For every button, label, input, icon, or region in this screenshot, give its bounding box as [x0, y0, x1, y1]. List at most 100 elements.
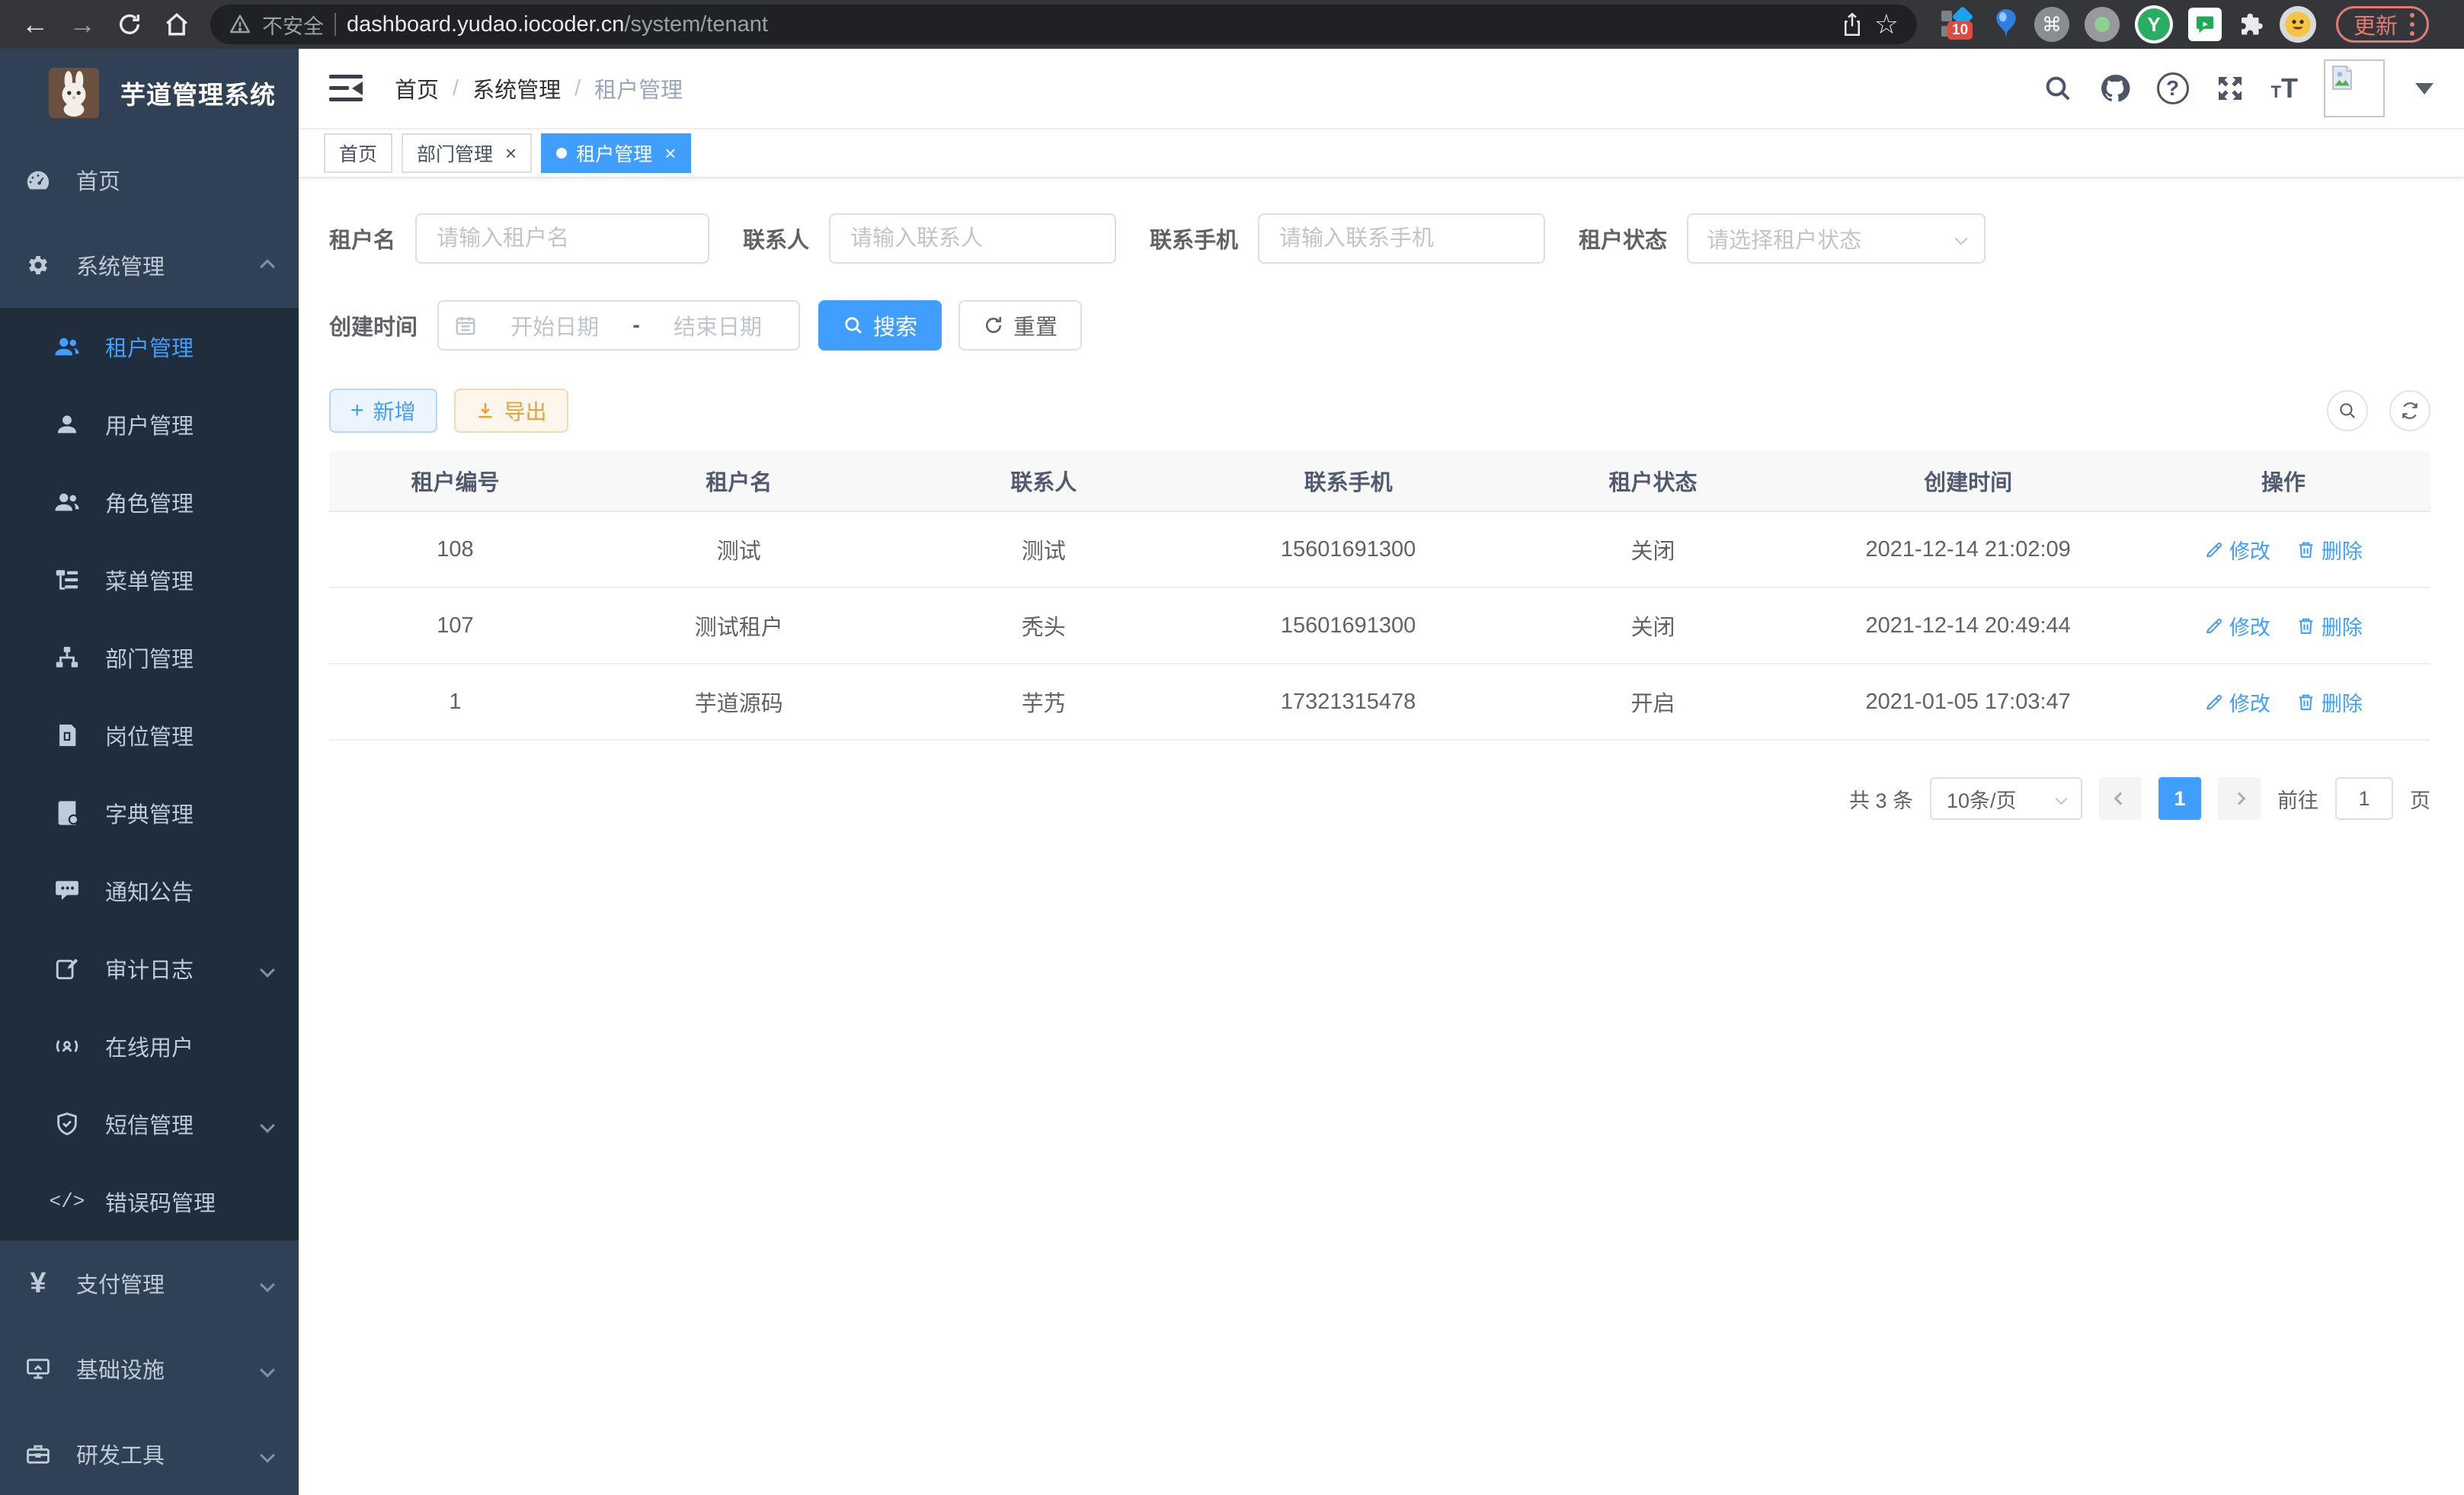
- profile-avatar-icon[interactable]: [2280, 6, 2316, 43]
- system-submenu: 租户管理 用户管理 角色管理 菜单管理: [0, 308, 299, 1240]
- browser-chrome: ← → 不安全 dashboard.yudao.iocoder.cn/syste…: [0, 0, 2464, 49]
- address-bar[interactable]: 不安全 dashboard.yudao.iocoder.cn/system/te…: [210, 5, 1917, 44]
- pagination: 共 3 条 10条/页 1 前往 页: [329, 777, 2430, 820]
- tab-dept[interactable]: 部门管理 ×: [402, 133, 532, 173]
- filter-create-time: 创建时间 开始日期 - 结束日期: [329, 300, 800, 351]
- breadcrumb-home[interactable]: 首页: [395, 72, 439, 104]
- status-select[interactable]: 请选择租户状态: [1687, 213, 1986, 264]
- search-button[interactable]: 搜索: [818, 300, 942, 351]
- breadcrumb-system[interactable]: 系统管理: [472, 72, 561, 104]
- extension-dot-icon[interactable]: [2085, 7, 2120, 42]
- sidebar-item-error-code[interactable]: </> 错误码管理: [0, 1163, 299, 1240]
- tab-tenant[interactable]: 租户管理 ×: [541, 133, 691, 173]
- page-size-select[interactable]: 10条/页: [1930, 777, 2082, 820]
- sidebar-item-devtools[interactable]: 研发工具: [0, 1411, 299, 1495]
- chrome-update-button[interactable]: 更新: [2336, 6, 2429, 43]
- sidebar-item-audit-log[interactable]: 审计日志: [0, 930, 299, 1007]
- sidebar-item-role[interactable]: 角色管理: [0, 463, 299, 541]
- user-icon: [49, 411, 85, 437]
- yen-icon: ¥: [20, 1267, 56, 1300]
- sidebar-item-online-users[interactable]: 在线用户: [0, 1007, 299, 1085]
- reload-icon[interactable]: [108, 5, 151, 44]
- sidebar-item-label: 字典管理: [105, 797, 194, 829]
- search-icon[interactable]: [2043, 73, 2073, 104]
- contact-input[interactable]: [829, 213, 1116, 264]
- cell-contact: 芋艿: [897, 686, 1191, 718]
- sidebar-toggle-icon[interactable]: [329, 75, 363, 102]
- date-range-picker[interactable]: 开始日期 - 结束日期: [437, 300, 800, 351]
- github-icon[interactable]: [2099, 72, 2131, 104]
- sidebar-item-user[interactable]: 用户管理: [0, 386, 299, 463]
- goto-page-input[interactable]: [2335, 777, 2393, 820]
- post-icon: [49, 722, 85, 748]
- chrome-menu-icon[interactable]: [2410, 13, 2414, 36]
- help-icon[interactable]: ?: [2157, 72, 2189, 104]
- delete-link[interactable]: 删除: [2296, 535, 2363, 565]
- filter-mobile: 联系手机: [1150, 213, 1545, 264]
- add-button[interactable]: + 新增: [329, 389, 437, 433]
- toggle-search-button[interactable]: [2327, 390, 2368, 431]
- tab-home[interactable]: 首页: [324, 133, 392, 173]
- caret-down-icon[interactable]: [2415, 83, 2434, 94]
- page-number[interactable]: 1: [2158, 777, 2201, 820]
- avatar[interactable]: [2324, 59, 2385, 117]
- sidebar-item-tenant[interactable]: 租户管理: [0, 308, 299, 386]
- tenant-name-input[interactable]: [415, 213, 709, 264]
- home-icon[interactable]: [155, 5, 198, 44]
- extension-diamond-icon[interactable]: 10: [1938, 5, 1978, 44]
- forward-icon[interactable]: →: [61, 5, 104, 44]
- goto-label: 前往: [2277, 784, 2318, 814]
- extensions-puzzle-icon[interactable]: [2237, 11, 2264, 38]
- share-icon[interactable]: [1841, 11, 1864, 37]
- mobile-input[interactable]: [1258, 213, 1545, 264]
- table-row: 1 芋道源码 芋艿 17321315478 开启 2021-01-05 17:0…: [329, 664, 2430, 741]
- close-icon[interactable]: ×: [505, 143, 517, 163]
- edit-link[interactable]: 修改: [2204, 611, 2270, 641]
- sidebar-item-infra[interactable]: 基础设施: [0, 1326, 299, 1411]
- sidebar-item-system[interactable]: 系统管理: [0, 222, 299, 308]
- cell-contact: 测试: [897, 533, 1191, 565]
- sidebar-item-dept[interactable]: 部门管理: [0, 619, 299, 696]
- fullscreen-icon[interactable]: [2215, 73, 2245, 104]
- sidebar-logo-row[interactable]: 芋道管理系统: [0, 49, 299, 137]
- sidebar-item-dict[interactable]: 字典管理: [0, 774, 299, 852]
- sidebar-item-label: 短信管理: [105, 1108, 194, 1140]
- table-header: 租户编号 租户名 联系人 联系手机 租户状态 创建时间 操作: [329, 451, 2430, 512]
- extension-chat-icon[interactable]: [2188, 8, 2222, 41]
- bookmark-star-icon[interactable]: ☆: [1874, 8, 1899, 40]
- font-size-icon[interactable]: TT: [2271, 72, 2298, 104]
- cell-created: 2021-12-14 20:49:44: [1800, 613, 2136, 639]
- cell-created: 2021-12-14 21:02:09: [1800, 537, 2136, 562]
- sidebar-item-home[interactable]: 首页: [0, 137, 299, 222]
- extension-command-icon[interactable]: ⌘: [2034, 7, 2069, 42]
- sidebar-item-notice[interactable]: 通知公告: [0, 852, 299, 930]
- content: 租户名 联系人 联系手机 租户状态 请选择租户状态: [299, 178, 2464, 820]
- refresh-button[interactable]: [2389, 390, 2430, 431]
- delete-link[interactable]: 删除: [2296, 611, 2363, 641]
- prev-page-button[interactable]: [2099, 777, 2142, 820]
- delete-link[interactable]: 删除: [2296, 687, 2363, 717]
- cell-contact: 秃头: [897, 610, 1191, 642]
- edit-link[interactable]: 修改: [2204, 535, 2270, 565]
- main-area: 首页 / 系统管理 / 租户管理 ? TT: [299, 49, 2464, 1495]
- gear-icon: [20, 252, 56, 278]
- log-icon: [49, 956, 85, 981]
- sidebar-item-post[interactable]: 岗位管理: [0, 696, 299, 774]
- sidebar-item-sms[interactable]: 短信管理: [0, 1085, 299, 1163]
- sidebar-item-pay[interactable]: ¥ 支付管理: [0, 1240, 299, 1326]
- tenant-table: 租户编号 租户名 联系人 联系手机 租户状态 创建时间 操作 108 测试 测试…: [329, 451, 2430, 741]
- sidebar-item-menu[interactable]: 菜单管理: [0, 541, 299, 619]
- export-button[interactable]: 导出: [454, 389, 568, 433]
- sidebar-item-label: 系统管理: [76, 249, 165, 281]
- toolbox-icon: [20, 1441, 56, 1467]
- app-title: 芋道管理系统: [120, 75, 276, 111]
- extension-balloon-icon[interactable]: [1993, 8, 2019, 41]
- extension-y-icon[interactable]: Y: [2135, 5, 2173, 43]
- cell-id: 1: [329, 690, 581, 715]
- close-icon[interactable]: ×: [664, 143, 676, 163]
- edit-link[interactable]: 修改: [2204, 687, 2270, 717]
- reset-button[interactable]: 重置: [958, 300, 1082, 351]
- navbar: 首页 / 系统管理 / 租户管理 ? TT: [299, 49, 2464, 130]
- next-page-button[interactable]: [2218, 777, 2261, 820]
- back-icon[interactable]: ←: [14, 5, 56, 44]
